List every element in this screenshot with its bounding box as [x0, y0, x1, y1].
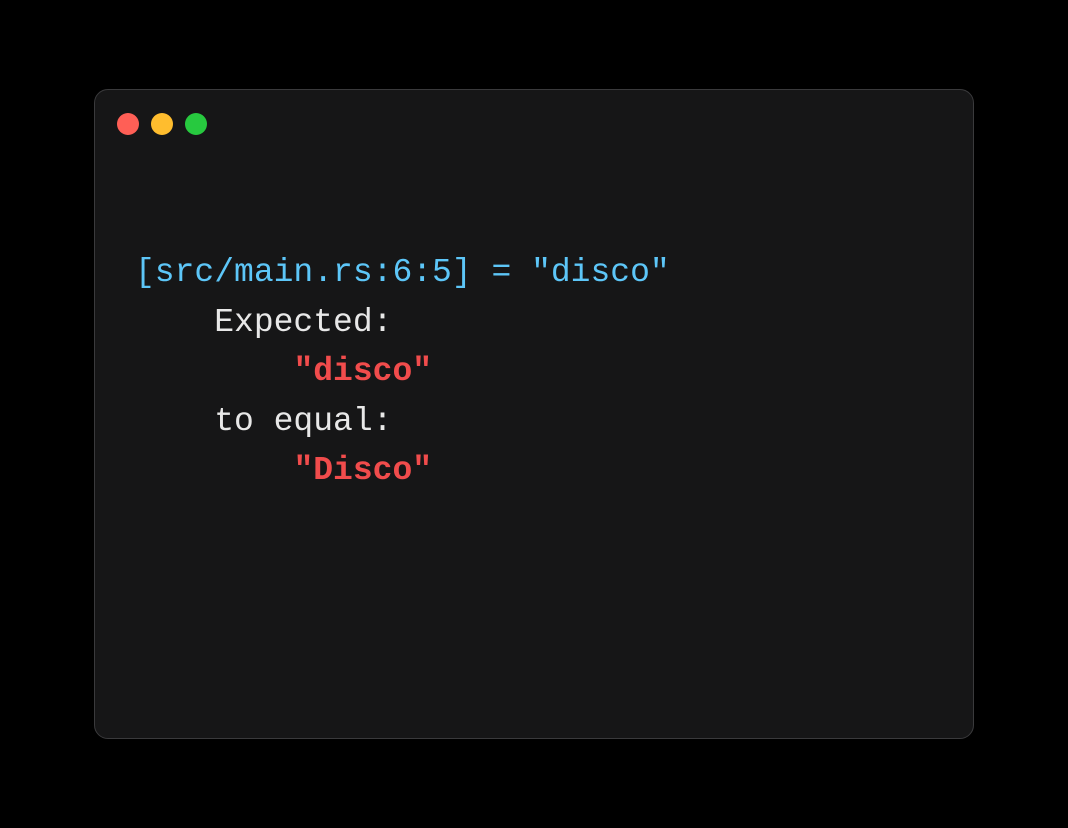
actual-value: "Disco" [293, 452, 432, 489]
titlebar [95, 90, 973, 138]
indent [135, 304, 214, 341]
terminal-window: [src/main.rs:6:5] = "disco" Expected: "d… [94, 89, 974, 739]
minimize-button[interactable] [151, 113, 173, 135]
terminal-output: [src/main.rs:6:5] = "disco" Expected: "d… [95, 138, 973, 738]
source-location-line: [src/main.rs:6:5] = "disco" [135, 254, 670, 291]
maximize-button[interactable] [185, 113, 207, 135]
indent [135, 403, 214, 440]
indent [135, 452, 293, 489]
to-equal-label: to equal: [214, 403, 392, 440]
indent [135, 353, 293, 390]
close-button[interactable] [117, 113, 139, 135]
expected-value: "disco" [293, 353, 432, 390]
expected-label: Expected: [214, 304, 392, 341]
